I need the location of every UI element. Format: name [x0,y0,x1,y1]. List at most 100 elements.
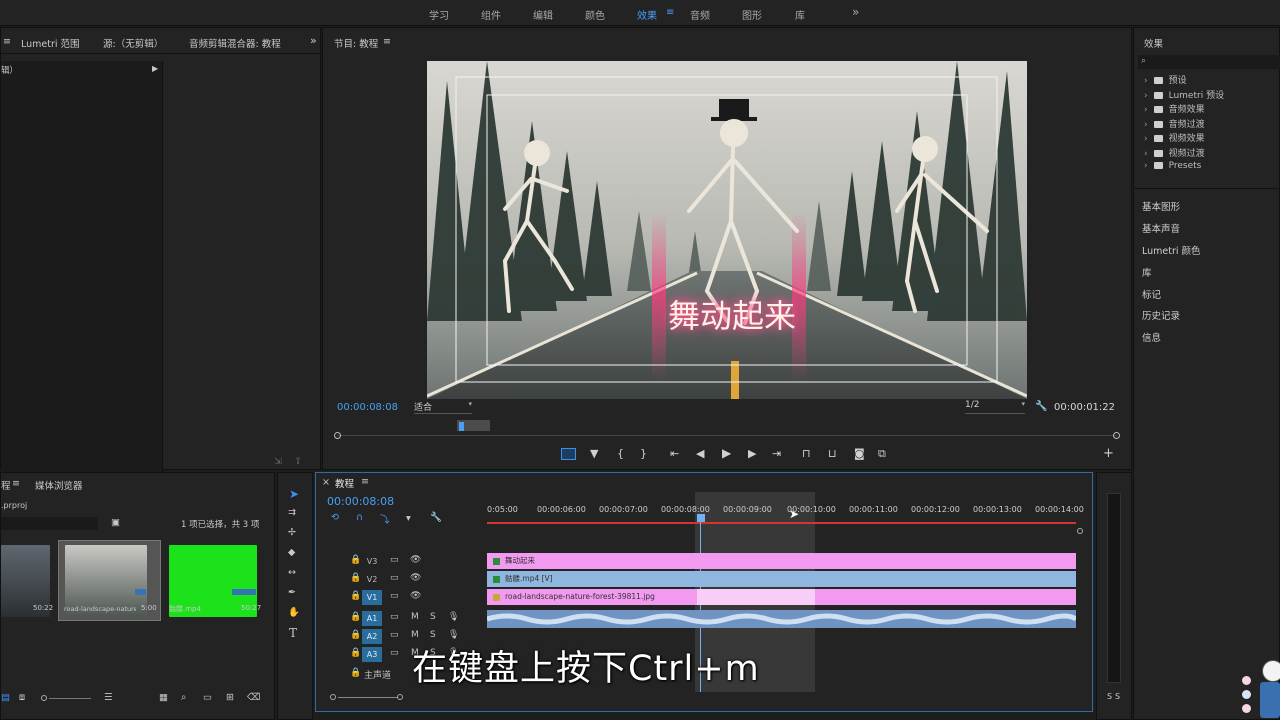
eye-icon[interactable]: 👁 [410,555,421,565]
mark-in-icon[interactable]: { [617,447,624,460]
program-scrubber[interactable] [337,435,1117,436]
hand-tool-icon[interactable]: ✋ [288,607,300,618]
solo-right-label[interactable]: S [1115,692,1120,701]
solo-toggle[interactable]: S [430,612,436,622]
workspace-tab-effects[interactable]: 效果 [637,7,657,22]
solo-left-label[interactable]: S [1107,692,1112,701]
lock-icon[interactable]: 🔒 [350,555,361,565]
go-to-in-icon[interactable]: ⇤ [670,447,679,460]
zoom-slider-handle[interactable] [41,695,47,701]
timeline-zoom-track[interactable] [338,697,398,698]
panel-history[interactable]: 历史记录 [1142,308,1180,322]
sync-lock-icon[interactable]: ▭ [390,612,399,622]
timeline-zoom-right-handle[interactable] [397,694,403,700]
project-search-input[interactable] [1,517,98,530]
track-select-tool-icon[interactable]: ⇉ [288,507,296,518]
slip-tool-icon[interactable]: ↔ [288,567,296,578]
program-menu-icon[interactable]: ≡ [383,36,391,47]
workspace-tab-color[interactable]: 颜色 [585,7,605,22]
type-tool-icon[interactable]: T [289,626,297,640]
panel-libraries[interactable]: 库 [1142,265,1152,279]
scrubber-start-handle[interactable] [334,432,341,439]
lock-icon[interactable]: 🔒 [350,591,361,601]
find-icon[interactable]: ⌕ [181,692,186,703]
timeline-menu-icon[interactable]: ≡ [361,476,369,487]
sync-lock-icon[interactable]: ▭ [390,555,399,565]
track-label[interactable]: V3 [362,554,382,569]
vertical-scroll-handle[interactable] [1077,528,1083,534]
clip-skeleton-video[interactable]: 骷髅.mp4 [V] [487,571,1076,587]
effects-item-video-effects[interactable]: › 视频效果 [1144,131,1205,144]
workspace-tab-edit[interactable]: 编辑 [533,7,553,22]
project-tab-fragment[interactable]: 程 [1,478,11,492]
workspace-overflow-icon[interactable]: » [852,5,859,19]
tab-audio-clip-mixer[interactable]: 音频剪辑混合器: 教程 [189,36,281,50]
mute-toggle[interactable]: M [411,612,419,622]
add-marker-icon[interactable]: ▼ [590,447,598,460]
lock-icon[interactable]: 🔒 [350,612,361,622]
camera-icon[interactable]: ◙ [854,447,865,460]
safe-margins-button[interactable] [561,448,576,460]
tab-media-browser[interactable]: 媒体浏览器 [35,478,83,492]
source-tab-menu-icon[interactable]: ≡ [3,36,11,47]
lock-icon[interactable]: 🔒 [350,573,361,583]
workspace-tab-assembly[interactable]: 组件 [481,7,501,22]
lock-icon[interactable]: 🔒 [350,648,361,658]
timeline-settings-icon[interactable]: 🔧 [430,512,442,523]
linked-selection-icon[interactable]: ⤵ [380,512,390,526]
razor-tool-icon[interactable]: ◆ [288,547,295,558]
selection-tool-icon[interactable]: ➤ [289,487,299,501]
sort-icon[interactable]: ☰ [104,692,113,703]
solo-toggle[interactable]: S [430,630,436,640]
close-icon[interactable]: × [322,477,330,488]
zoom-slider-track[interactable] [49,698,91,699]
step-back-icon[interactable]: ◀ [696,447,704,460]
track-label[interactable]: A3 [362,647,382,662]
new-folder-icon[interactable]: ▭ [203,692,212,703]
clip-audio[interactable] [487,610,1076,628]
expand-triangle-icon[interactable]: ▶ [152,64,158,73]
compare-view-icon[interactable]: ⧉ [878,447,886,461]
effects-search-input[interactable]: ⌕ [1138,55,1280,69]
effects-item-video-transitions[interactable]: › 视频过渡 [1144,146,1205,159]
microphone-icon[interactable]: 🎙 [448,612,459,622]
scrubber-end-handle[interactable] [1113,432,1120,439]
play-icon[interactable]: ▶ [722,446,731,460]
panel-lumetri-color[interactable]: Lumetri 颜色 [1142,243,1201,257]
automate-sequence-icon[interactable]: ▦ [159,692,168,703]
sync-lock-icon[interactable]: ▭ [390,573,399,583]
panel-info[interactable]: 信息 [1142,330,1161,344]
effects-item-lumetri-presets[interactable]: › Lumetri 预设 [1144,88,1224,101]
step-forward-icon[interactable]: ▶ [748,447,756,460]
add-button-icon[interactable]: + [1103,446,1114,461]
wrench-icon[interactable]: 🔧 [1035,401,1047,412]
effects-title[interactable]: 效果 [1144,36,1163,50]
export-frame-icon[interactable]: ⇲ [274,456,282,467]
sync-lock-icon[interactable]: ▭ [390,648,399,658]
mark-out-icon[interactable]: } [640,447,647,460]
panel-essential-graphics[interactable]: 基本图形 [1142,199,1180,213]
lock-icon[interactable]: 🔒 [350,668,361,678]
icon-view-icon[interactable]: ⧈ [19,692,25,703]
timeline-title[interactable]: 教程 [335,476,354,490]
trash-icon[interactable]: ⌫ [247,692,260,703]
workspace-tab-graphics[interactable]: 图形 [742,7,762,22]
panel-markers[interactable]: 标记 [1142,287,1161,301]
nest-icon[interactable]: ⟲ [331,512,339,523]
resolution-dropdown[interactable]: 1/2 ▾ [965,400,1025,414]
add-marker-icon[interactable]: ▾ [406,513,411,524]
insert-icon[interactable]: ⇪ [294,456,302,467]
eye-icon[interactable]: 👁 [410,591,421,601]
workspace-tab-learn[interactable]: 学习 [429,7,449,22]
timeline-timecode[interactable]: 00:00:08:08 [327,495,394,508]
effects-item-audio-effects[interactable]: › 音频效果 [1144,102,1205,115]
tab-source[interactable]: 源:（无剪辑） [103,36,163,50]
tab-lumetri-scopes[interactable]: Lumetri 范围 [21,36,80,50]
workspace-tab-audio[interactable]: 音频 [690,7,710,22]
eye-icon[interactable]: 👁 [410,573,421,583]
track-label[interactable]: V2 [362,572,382,587]
clip-title[interactable]: 舞动起来 [487,553,1076,569]
new-bin-icon[interactable]: ▣ [111,517,120,528]
workspace-menu-icon[interactable]: ≡ [666,7,674,18]
panel-overflow-icon[interactable]: » [310,34,317,47]
